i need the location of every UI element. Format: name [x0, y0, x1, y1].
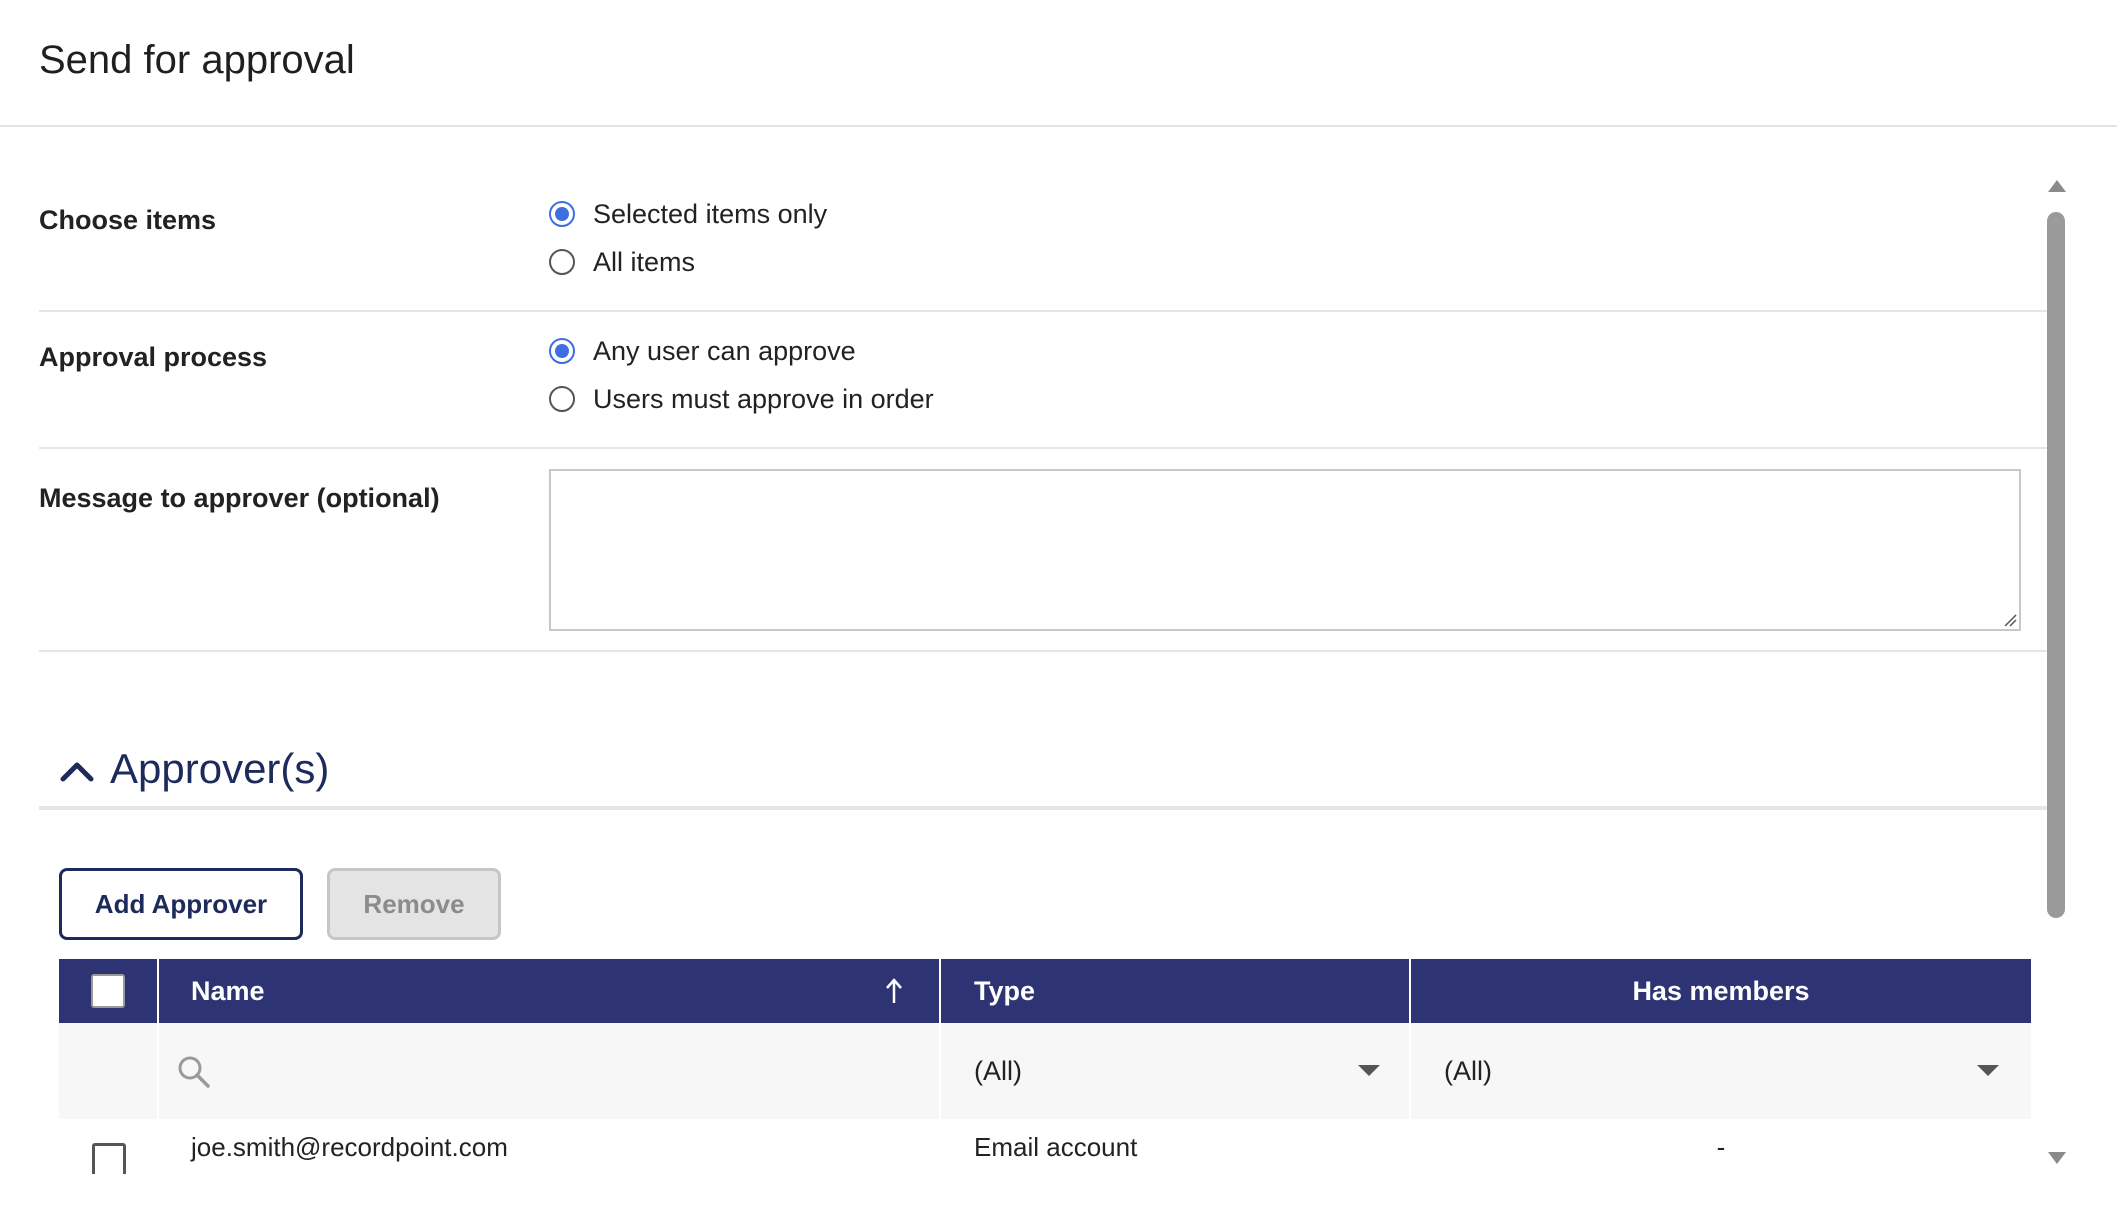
approval-process-row: Approval process Any user can approve Us… — [39, 312, 2051, 449]
radio-button-checked[interactable] — [549, 338, 575, 364]
resize-grip-icon[interactable] — [2003, 613, 2017, 627]
row-has-members: - — [1716, 1131, 1726, 1162]
radio-label: Selected items only — [593, 198, 828, 229]
has-members-filter-value: (All) — [1444, 1055, 1492, 1086]
radio-button-checked[interactable] — [549, 201, 575, 227]
dialog-title: Send for approval — [39, 38, 355, 82]
message-textarea[interactable] — [549, 469, 2021, 631]
chevron-down-icon[interactable] — [1358, 1065, 1380, 1076]
type-filter-value: (All) — [974, 1055, 1022, 1086]
column-name-label: Name — [191, 975, 265, 1006]
approvers-title: Approver(s) — [110, 745, 330, 792]
radio-selected-items-only[interactable]: Selected items only — [549, 197, 827, 231]
name-filter-cell[interactable] — [159, 1023, 941, 1119]
vertical-scrollbar[interactable] — [2044, 180, 2068, 1170]
chevron-down-icon[interactable] — [1977, 1065, 1999, 1076]
row-type: Email account — [974, 1131, 1138, 1162]
approval-process-label: Approval process — [39, 342, 268, 372]
radio-any-user-can-approve[interactable]: Any user can approve — [549, 334, 856, 368]
scroll-up-arrow-icon[interactable] — [2048, 180, 2066, 192]
message-row: Message to approver (optional) — [39, 449, 2051, 652]
choose-items-label: Choose items — [39, 205, 217, 235]
sort-ascending-icon[interactable] — [885, 977, 903, 1005]
header-select-all-cell — [59, 959, 159, 1023]
has-members-filter-dropdown[interactable]: (All) — [1411, 1023, 2031, 1119]
message-label: Message to approver (optional) — [39, 483, 440, 513]
row-name: joe.smith@recordpoint.com — [191, 1131, 508, 1162]
column-header-name[interactable]: Name — [159, 959, 941, 1023]
search-icon[interactable] — [177, 1055, 211, 1089]
row-select-cell — [59, 1119, 159, 1174]
radio-label: All items — [593, 246, 696, 277]
filter-row: (All) (All) — [59, 1023, 2031, 1119]
radio-all-items[interactable]: All items — [549, 245, 695, 279]
approvers-section-header[interactable]: Approver(s) — [39, 745, 2051, 810]
radio-label: Any user can approve — [593, 335, 856, 366]
type-filter-dropdown[interactable]: (All) — [941, 1023, 1411, 1119]
select-all-checkbox[interactable] — [91, 974, 125, 1008]
scroll-down-arrow-icon[interactable] — [2048, 1152, 2066, 1164]
table-header: Name Type Has members — [59, 959, 2031, 1023]
table-row[interactable]: joe.smith@recordpoint.com Email account … — [59, 1119, 2031, 1174]
scrollbar-thumb[interactable] — [2047, 212, 2065, 918]
radio-button[interactable] — [549, 386, 575, 412]
chevron-up-icon[interactable] — [59, 759, 95, 783]
remove-button[interactable]: Remove — [327, 868, 501, 940]
dialog-body: Choose items Selected items only All ite… — [0, 128, 2117, 1174]
column-header-has-members[interactable]: Has members — [1411, 959, 2031, 1023]
choose-items-row: Choose items Selected items only All ite… — [39, 175, 2051, 312]
column-header-type[interactable]: Type — [941, 959, 1411, 1023]
radio-users-approve-in-order[interactable]: Users must approve in order — [549, 382, 934, 416]
filter-empty-cell — [59, 1023, 159, 1119]
add-approver-button[interactable]: Add Approver — [59, 868, 303, 940]
column-type-label: Type — [974, 975, 1036, 1006]
column-has-members-label: Has members — [1632, 975, 1810, 1006]
radio-button[interactable] — [549, 249, 575, 275]
dialog-header: Send for approval — [0, 0, 2117, 127]
row-checkbox[interactable] — [92, 1143, 126, 1174]
radio-label: Users must approve in order — [593, 383, 934, 414]
